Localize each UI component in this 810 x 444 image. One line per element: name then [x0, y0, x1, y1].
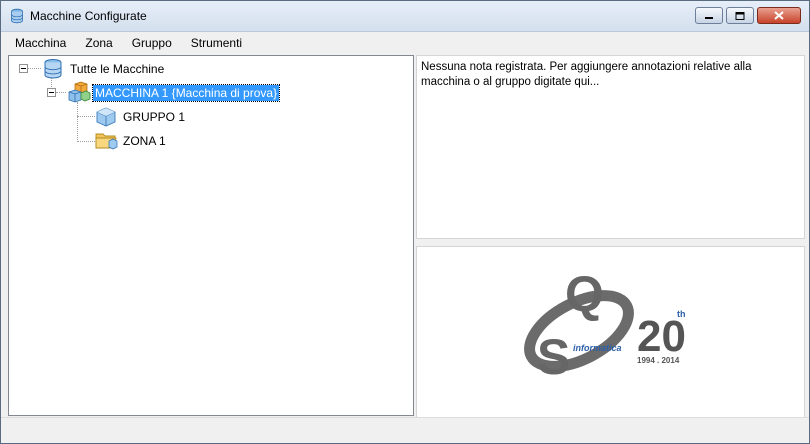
tree-node-group[interactable]: GRUPPO 1 — [95, 106, 187, 128]
tree-connector — [77, 116, 95, 117]
minimize-button[interactable] — [695, 7, 723, 24]
sq-informatica-logo: Q S informatica 20 th 1994 . 2014 — [524, 266, 686, 385]
menu-zona[interactable]: Zona — [85, 36, 112, 50]
menu-macchina[interactable]: Macchina — [15, 36, 66, 50]
database-icon — [42, 58, 64, 80]
menu-bar: Macchina Zona Gruppo Strumenti — [1, 32, 809, 54]
notes-textarea[interactable]: Nessuna nota registrata. Per aggiungere … — [417, 56, 804, 94]
machine-icon — [67, 81, 91, 105]
tree-connector — [77, 141, 95, 142]
tree-node-root-label: Tutte le Macchine — [70, 62, 165, 76]
tree-node-root[interactable]: Tutte le Macchine — [42, 58, 166, 80]
maximize-button[interactable] — [726, 7, 754, 24]
menu-gruppo[interactable]: Gruppo — [132, 36, 172, 50]
logo-letter-q: Q — [565, 266, 604, 322]
minimize-icon — [705, 16, 713, 19]
logo-years: 1994 . 2014 — [637, 356, 680, 365]
window-controls — [695, 7, 801, 24]
notes-panel[interactable]: Nessuna nota registrata. Per aggiungere … — [416, 55, 805, 239]
tree-connector — [77, 102, 78, 142]
logo-suffix: th — [677, 309, 686, 319]
window-title: Macchine Configurate — [30, 9, 147, 23]
company-logo: Q S informatica 20 th 1994 . 2014 — [517, 259, 707, 392]
collapse-root-toggle[interactable] — [19, 64, 28, 73]
logo-letter-s: S — [537, 329, 570, 385]
logo-anniversary: 20 — [637, 312, 686, 361]
close-button[interactable] — [757, 7, 801, 24]
tree-connector — [56, 92, 66, 93]
close-icon — [774, 11, 784, 20]
folder-icon — [95, 130, 119, 152]
tree-node-group-label: GRUPPO 1 — [123, 110, 186, 124]
cube-icon — [95, 106, 117, 128]
collapse-machine-toggle[interactable] — [47, 88, 56, 97]
tree-node-machine-label: MACCHINA 1 {Macchina di prova} — [91, 84, 281, 102]
tree-connector — [27, 68, 41, 69]
machine-tree[interactable]: Tutte le Macchine MACCHINA 1 {Macchina d… — [8, 55, 414, 416]
logo-brand: informatica — [573, 343, 622, 353]
menu-strumenti[interactable]: Strumenti — [191, 36, 242, 50]
status-bar — [1, 417, 809, 443]
title-bar[interactable]: Macchine Configurate — [1, 1, 809, 32]
database-icon — [9, 8, 25, 24]
main-window: Macchine Configurate Macchina Zona Grupp… — [0, 0, 810, 444]
tree-node-zone-label: ZONA 1 — [123, 134, 166, 148]
tree-node-machine[interactable]: MACCHINA 1 {Macchina di prova} — [67, 81, 281, 105]
maximize-icon — [735, 11, 745, 20]
logo-panel: Q S informatica 20 th 1994 . 2014 — [416, 246, 805, 418]
tree-node-zone[interactable]: ZONA 1 — [95, 130, 168, 152]
